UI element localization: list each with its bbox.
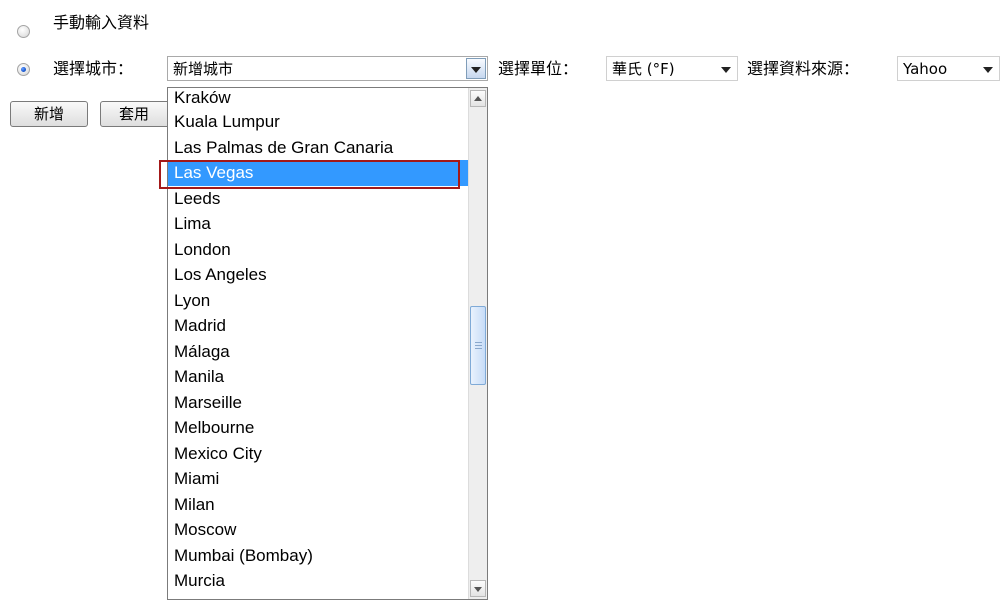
grip-line (475, 342, 482, 343)
scroll-thumb[interactable] (470, 306, 486, 385)
list-item[interactable]: Marseille (168, 390, 487, 416)
arrow-up-icon (474, 96, 482, 101)
radio-checked-dot (21, 67, 26, 72)
dropdown-scrollbar[interactable] (468, 88, 487, 599)
list-item[interactable]: Lyon (168, 288, 487, 314)
manual-input-radio[interactable] (17, 25, 30, 38)
grip-line (475, 345, 482, 346)
list-item[interactable]: Kuala Lumpur (168, 109, 487, 135)
list-item[interactable]: Kraków (168, 88, 487, 109)
list-item[interactable]: Mexico City (168, 441, 487, 467)
list-item[interactable]: Mumbai (Bombay) (168, 543, 487, 569)
unit-select[interactable]: 華氏 (°F) (606, 56, 738, 81)
select-city-radio[interactable] (17, 63, 30, 76)
list-item[interactable]: Manila (168, 364, 487, 390)
list-item[interactable]: Milan (168, 492, 487, 518)
list-item[interactable]: Moscow (168, 517, 487, 543)
city-dropdown-button[interactable] (466, 58, 486, 79)
city-select-value: 新增城市 (173, 60, 234, 78)
unit-label: 選擇單位： (498, 59, 579, 78)
source-select[interactable]: Yahoo (897, 56, 1000, 81)
scroll-up-button[interactable] (470, 90, 486, 107)
manual-input-label: 手動輸入資料 (53, 13, 150, 32)
chevron-down-icon (983, 67, 993, 73)
list-item[interactable]: Murcia (168, 568, 487, 594)
city-label: 選擇城市： (53, 59, 134, 78)
list-item[interactable]: Las Palmas de Gran Canaria (168, 135, 487, 161)
unit-select-value: 華氏 (°F) (612, 60, 675, 78)
list-item-selected[interactable]: Las Vegas (168, 160, 487, 186)
chevron-down-icon (471, 67, 481, 73)
city-select[interactable]: 新增城市 (167, 56, 488, 81)
source-select-value: Yahoo (903, 60, 948, 78)
list-item[interactable]: Miami (168, 466, 487, 492)
dropdown-items: Kraków Kuala Lumpur Las Palmas de Gran C… (168, 88, 487, 594)
chevron-down-icon (721, 67, 731, 73)
list-item[interactable]: Los Angeles (168, 262, 487, 288)
list-item[interactable]: Melbourne (168, 415, 487, 441)
list-item[interactable]: Leeds (168, 186, 487, 212)
city-dropdown-list[interactable]: Kraków Kuala Lumpur Las Palmas de Gran C… (167, 87, 488, 600)
scroll-down-button[interactable] (470, 580, 486, 597)
add-button[interactable]: 新增 (10, 101, 88, 127)
list-item[interactable]: London (168, 237, 487, 263)
grip-line (475, 348, 482, 349)
list-item[interactable]: Madrid (168, 313, 487, 339)
list-item[interactable]: Málaga (168, 339, 487, 365)
source-label: 選擇資料來源： (747, 59, 860, 78)
arrow-down-icon (474, 587, 482, 592)
list-item[interactable]: Lima (168, 211, 487, 237)
